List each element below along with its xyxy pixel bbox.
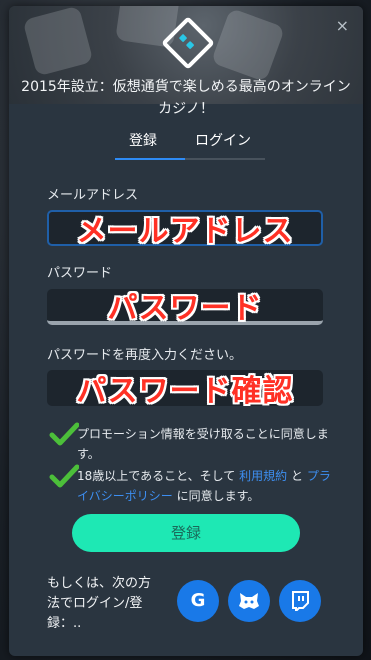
check-icon[interactable] [49, 422, 79, 446]
age-prefix-text: 18歳以上であること、そして [77, 469, 236, 483]
age-terms-text: 18歳以上であること、そして 利用規約 と プライバシーポリシー に同意します。 [77, 466, 339, 506]
email-label: メールアドレス [47, 188, 139, 203]
metamask-login-button[interactable] [228, 580, 270, 622]
email-annotation: メールアドレス [76, 214, 294, 249]
active-tab-indicator [115, 158, 185, 160]
email-field[interactable]: メールアドレス [47, 210, 323, 249]
promo-consent: プロモーション情報を受け取ることに同意します。 [47, 422, 337, 464]
password-confirm-label: パスワードを再度入力ください。 [47, 348, 243, 363]
twitch-icon [292, 591, 309, 614]
password-label: パスワード [47, 266, 113, 281]
password-confirm-annotation: パスワード確認 [76, 374, 294, 409]
age-suffix-text: に同意します。 [176, 489, 260, 503]
check-icon[interactable] [49, 464, 79, 488]
age-terms-consent: 18歳以上であること、そして 利用規約 と プライバシーポリシー に同意します。 [47, 464, 339, 506]
google-icon: G [190, 590, 206, 611]
password-confirm-field[interactable]: パスワード確認 [47, 370, 323, 409]
twitch-login-button[interactable] [279, 580, 321, 622]
terms-link[interactable]: 利用規約 [239, 469, 287, 483]
auth-tabs: 登録 ログイン [115, 130, 265, 164]
dice-decoration [210, 7, 286, 83]
social-login-text: もしくは、次の方法でログイン/登録：.. [47, 576, 152, 631]
password-annotation: パスワード [107, 291, 263, 326]
promo-consent-text: プロモーション情報を受け取ることに同意します。 [77, 427, 329, 461]
tab-login[interactable]: ログイン [195, 130, 251, 150]
google-login-button[interactable]: G [177, 580, 219, 622]
metamask-fox-icon [239, 593, 259, 609]
dice-decoration [22, 6, 94, 77]
password-field[interactable]: パスワード [47, 289, 323, 326]
tab-register[interactable]: 登録 [129, 130, 157, 150]
signup-modal: × 2015年設立：仮想通貨で楽しめる最高のオンラインカジノ！ 登録 ログイン … [9, 6, 363, 656]
register-button[interactable]: 登録 [72, 514, 300, 552]
and-text: と [290, 469, 303, 483]
close-icon[interactable]: × [336, 16, 349, 35]
tagline: 2015年設立：仮想通貨で楽しめる最高のオンラインカジノ！ [21, 79, 351, 117]
